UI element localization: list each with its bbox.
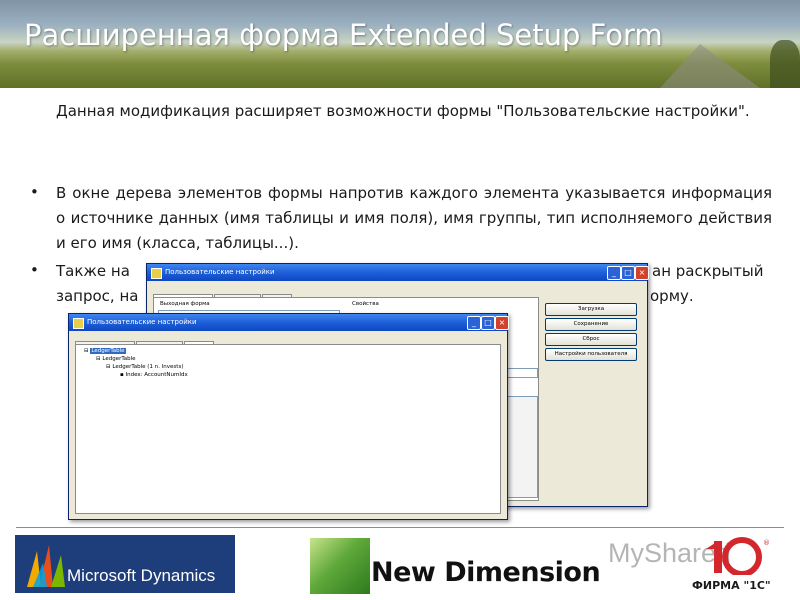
user-settings-button[interactable]: Настройки пользователя <box>545 348 637 361</box>
minimize-icon[interactable]: _ <box>607 266 621 280</box>
road-decoration <box>660 44 760 88</box>
leaf-image <box>310 538 370 594</box>
microsoft-dynamics-logo: Microsoft Dynamics <box>15 535 235 593</box>
tree-node[interactable]: ⊟ LedgerTable (1 n. Invests) <box>106 364 183 370</box>
window-title: Пользовательские настройки <box>87 318 197 326</box>
app-icon <box>151 268 162 279</box>
new-dimension-logo: New Dimension <box>371 557 601 588</box>
svg-text:®: ® <box>763 539 770 547</box>
footer-divider <box>16 527 784 528</box>
close-icon[interactable]: × <box>495 316 509 330</box>
ms-logo-text: Microsoft Dynamics <box>67 566 216 585</box>
1c-logo-caption: ФИРМА "1С" <box>692 579 771 592</box>
bullet-2-line-2-start: запрос, на <box>56 287 139 305</box>
tab-strip: Выходная формаИнформацияЗапрос <box>153 286 293 305</box>
reset-button[interactable]: Сброс <box>545 333 637 346</box>
maximize-icon[interactable]: □ <box>621 266 635 280</box>
bullet-2-line-1-end: ан раскрытый <box>652 262 764 280</box>
bullet-dot: • <box>30 261 39 279</box>
tree-node[interactable]: ⊟ LedgerTable <box>96 356 136 362</box>
1c-logo-icon: ® <box>706 537 770 575</box>
dynamics-mark-icon <box>27 545 65 587</box>
bullet-paragraph-1: В окне дерева элементов формы напротив к… <box>56 184 772 252</box>
group-output-form-label: Выходная форма <box>160 301 210 307</box>
tree-node-label: Index: AccountNumIdx <box>125 372 188 378</box>
query-tree-panel[interactable]: ⊟ LedgerTable ⊟ LedgerTable ⊟ LedgerTabl… <box>75 344 501 514</box>
window-titlebar[interactable]: Пользовательские настройки _ □ × <box>147 264 649 281</box>
intro-paragraph: Данная модификация расширяет возможности… <box>56 102 750 120</box>
header-banner: Расширенная форма Extended Setup Form <box>0 0 800 88</box>
tree-node-label: LedgerTable <box>90 348 126 354</box>
bullet-dot: • <box>30 183 39 201</box>
close-icon[interactable]: × <box>635 266 649 280</box>
load-button[interactable]: Загрузка <box>545 303 637 316</box>
tree-node[interactable]: ▪ Index: AccountNumIdx <box>120 372 188 378</box>
group-properties-label: Свойства <box>352 301 379 307</box>
window-titlebar[interactable]: Пользовательские настройки _ □ × <box>69 314 509 331</box>
tree-node-root[interactable]: ⊟ LedgerTable <box>84 348 126 354</box>
tree-node-label: LedgerTable (1 n. Invests) <box>112 364 184 370</box>
bullet-2-line-1-start: Также на <box>56 262 130 280</box>
app-icon <box>73 318 84 329</box>
tree-decoration <box>770 40 800 88</box>
maximize-icon[interactable]: □ <box>481 316 495 330</box>
bullet-2-line-2-end: орму. <box>650 287 694 305</box>
tab-strip: Выходная формаИнформацияЗапрос <box>75 333 215 352</box>
slide-title: Расширенная форма Extended Setup Form <box>24 18 663 52</box>
user-settings-window-front: Пользовательские настройки _ □ × Выходна… <box>68 313 509 520</box>
tree-node-label: LedgerTable <box>102 356 136 362</box>
minimize-icon[interactable]: _ <box>467 316 481 330</box>
window-title: Пользовательские настройки <box>165 268 275 276</box>
save-button[interactable]: Сохранение <box>545 318 637 331</box>
